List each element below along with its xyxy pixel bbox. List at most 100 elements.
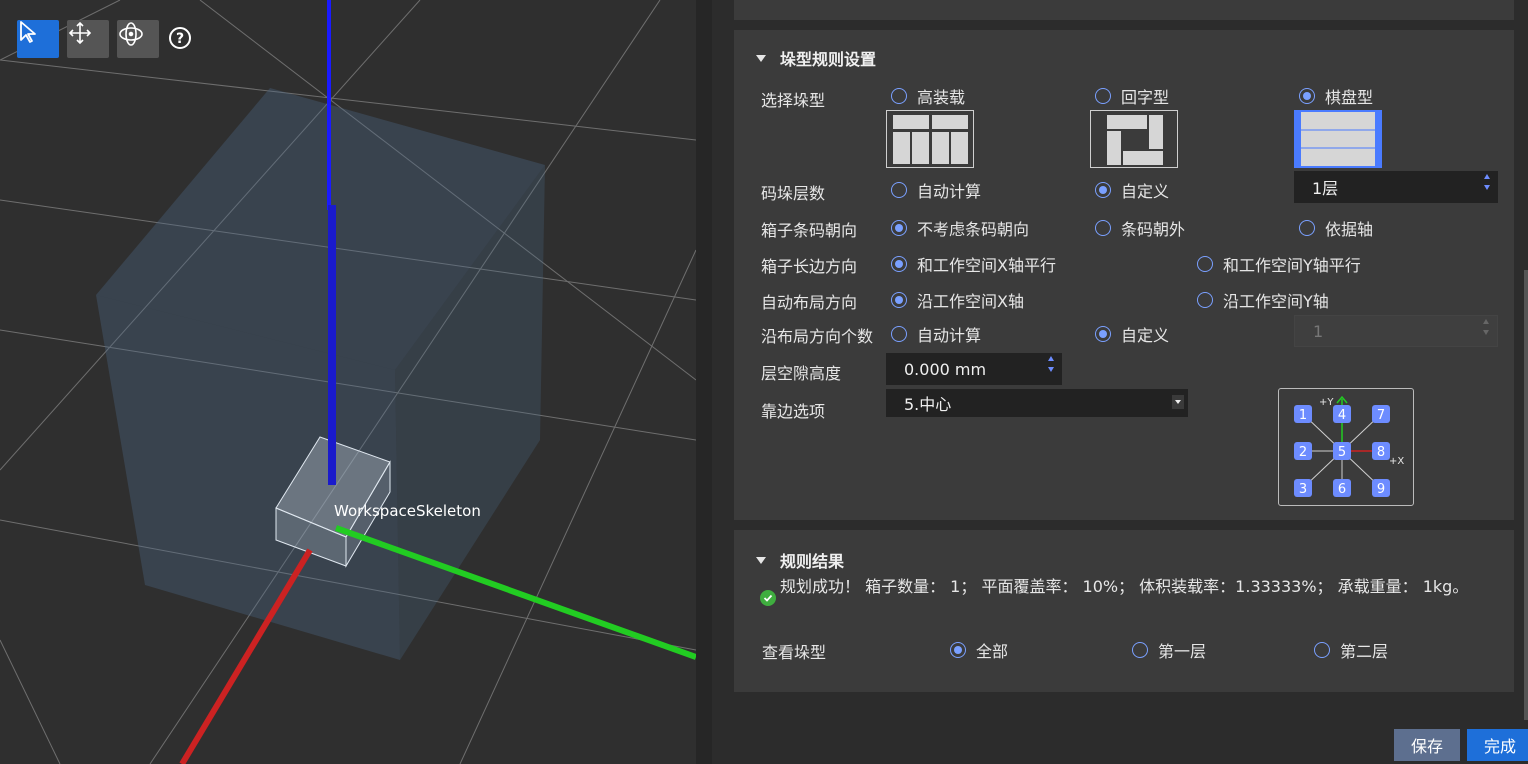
result-text: 规划成功！ 箱子数量： 1； 平面覆盖率： 10%； 体积装载率：1.33333…	[780, 577, 1469, 596]
spinbox-value: 1层	[1312, 179, 1339, 198]
pattern-hui-icon	[1107, 115, 1163, 165]
long-edge-label: 箱子长边方向	[761, 257, 858, 276]
scene-canvas	[0, 0, 696, 764]
spin-down-icon[interactable]	[1048, 367, 1054, 372]
x-axis-label: +X	[1389, 456, 1404, 467]
checkerboard-pattern-thumbnail[interactable]	[1294, 110, 1382, 168]
barcode-radio-ignore[interactable]: 不考虑条码朝向	[891, 216, 1029, 240]
radio-circle	[1299, 220, 1315, 236]
workspace-volume	[96, 88, 545, 660]
radio-label: 沿工作空间X轴	[917, 292, 1024, 311]
layers-spinbox[interactable]: 1层	[1294, 171, 1498, 203]
orbit-icon	[119, 22, 143, 46]
layers-label: 码垛层数	[761, 184, 826, 203]
spinbox-arrows[interactable]	[1048, 356, 1054, 372]
type-radio-hui[interactable]: 回字型	[1095, 84, 1169, 108]
spin-up-icon[interactable]	[1484, 174, 1490, 179]
count-radio-auto[interactable]: 自动计算	[891, 322, 981, 346]
hui-pattern-thumbnail[interactable]	[1090, 110, 1178, 168]
y-axis-label: +Y	[1319, 397, 1334, 408]
view-radio-all[interactable]: 全部	[950, 638, 1008, 662]
view-radio-second-layer[interactable]: 第二层	[1314, 638, 1388, 662]
radio-circle-selected	[891, 220, 907, 236]
rotate-tool-button[interactable]	[117, 20, 159, 58]
select-tool-button[interactable]	[17, 20, 59, 58]
done-button[interactable]: 完成	[1467, 729, 1528, 761]
svg-text:?: ?	[176, 31, 184, 47]
spinbox-arrows[interactable]	[1484, 174, 1490, 190]
radio-circle	[891, 182, 907, 198]
alignment-grid-diagram: +Y +X 1 4 7 2 5 8 3 6 9	[1294, 395, 1404, 497]
layout-dir-radio-x[interactable]: 沿工作空间X轴	[891, 288, 1024, 312]
spinbox-value: 0.000 mm	[904, 359, 987, 379]
spin-down-icon[interactable]	[1484, 185, 1490, 190]
radio-label: 自定义	[1121, 326, 1170, 345]
layers-radio-custom[interactable]: 自定义	[1095, 178, 1169, 202]
spin-down-icon[interactable]	[1483, 330, 1489, 335]
radio-label: 和工作空间X轴平行	[917, 256, 1056, 275]
radio-circle-selected	[891, 256, 907, 272]
radio-label: 高装载	[917, 88, 966, 107]
barcode-radio-outward[interactable]: 条码朝外	[1095, 216, 1185, 240]
long-edge-radio-x[interactable]: 和工作空间X轴平行	[891, 252, 1056, 276]
count-spinbox[interactable]: 1	[1294, 315, 1498, 347]
results-section: 规则结果 规划成功！ 箱子数量： 1； 平面覆盖率： 10%； 体积装载率：1.…	[734, 530, 1514, 692]
type-radio-checkerboard[interactable]: 棋盘型	[1299, 84, 1373, 108]
radio-label: 依据轴	[1325, 220, 1374, 239]
radio-circle-selected	[1095, 182, 1111, 198]
radio-circle	[1197, 256, 1213, 272]
grid-cell-label: 7	[1377, 408, 1385, 423]
radio-circle	[1314, 642, 1330, 658]
count-radio-custom[interactable]: 自定义	[1095, 322, 1169, 346]
dropdown-caret-icon[interactable]	[1172, 395, 1184, 409]
results-header[interactable]: 规则结果	[756, 548, 844, 572]
collapse-triangle-icon	[756, 54, 766, 62]
grid-cell-label: 6	[1338, 482, 1346, 497]
long-edge-radio-y[interactable]: 和工作空间Y轴平行	[1197, 252, 1361, 276]
collapse-triangle-icon	[756, 556, 766, 564]
barcode-label: 箱子条码朝向	[761, 221, 858, 240]
type-radio-high-load[interactable]: 高装载	[891, 84, 965, 108]
spin-up-icon[interactable]	[1048, 356, 1054, 361]
barcode-radio-axis[interactable]: 依据轴	[1299, 216, 1373, 240]
move-arrows-icon	[68, 21, 92, 45]
radio-label: 自动计算	[917, 182, 982, 201]
radio-label: 第一层	[1158, 642, 1207, 661]
select-type-label: 选择垛型	[761, 91, 826, 110]
save-button[interactable]: 保存	[1394, 729, 1460, 761]
high-load-pattern-thumbnail[interactable]	[886, 110, 974, 168]
radio-label: 棋盘型	[1325, 88, 1374, 107]
spin-up-icon[interactable]	[1483, 319, 1489, 324]
help-icon: ?	[169, 27, 191, 49]
radio-label: 和工作空间Y轴平行	[1223, 256, 1361, 275]
radio-label: 回字型	[1121, 88, 1170, 107]
panel-scrollbar[interactable]	[1524, 270, 1528, 720]
gap-height-label: 层空隙高度	[761, 364, 842, 383]
radio-label: 自定义	[1121, 182, 1170, 201]
radio-circle	[1095, 88, 1111, 104]
spinbox-arrows[interactable]	[1483, 319, 1489, 335]
radio-label: 条码朝外	[1121, 220, 1186, 239]
panel-splitter[interactable]	[696, 0, 712, 764]
layers-radio-auto[interactable]: 自动计算	[891, 178, 981, 202]
layout-dir-radio-y[interactable]: 沿工作空间Y轴	[1197, 288, 1329, 312]
radio-label: 第二层	[1340, 642, 1389, 661]
help-button[interactable]: ?	[168, 26, 194, 52]
radio-label: 不考虑条码朝向	[917, 220, 1030, 239]
previous-section	[734, 0, 1514, 20]
pattern-high-load-icon	[893, 115, 968, 164]
radio-circle	[891, 88, 907, 104]
settings-panel: 垛型规则设置 选择垛型 高装载 回字型 棋盘型 码垛层数 自动计算 自定义 1层…	[712, 0, 1528, 764]
align-select[interactable]: 5.中心	[886, 389, 1188, 417]
radio-circle	[1132, 642, 1148, 658]
stack-rules-header[interactable]: 垛型规则设置	[756, 46, 876, 70]
radio-label: 全部	[976, 642, 1009, 661]
grid-cell-label: 2	[1299, 445, 1307, 460]
view-radio-first-layer[interactable]: 第一层	[1132, 638, 1206, 662]
radio-circle-selected	[891, 292, 907, 308]
3d-viewport[interactable]: ? WorkspaceSkeleton	[0, 0, 696, 764]
gap-height-spinbox[interactable]: 0.000 mm	[886, 353, 1062, 385]
pattern-checkerboard-icon	[1296, 112, 1380, 166]
move-tool-button[interactable]	[67, 20, 109, 58]
grid-cell-label: 5	[1338, 445, 1346, 460]
